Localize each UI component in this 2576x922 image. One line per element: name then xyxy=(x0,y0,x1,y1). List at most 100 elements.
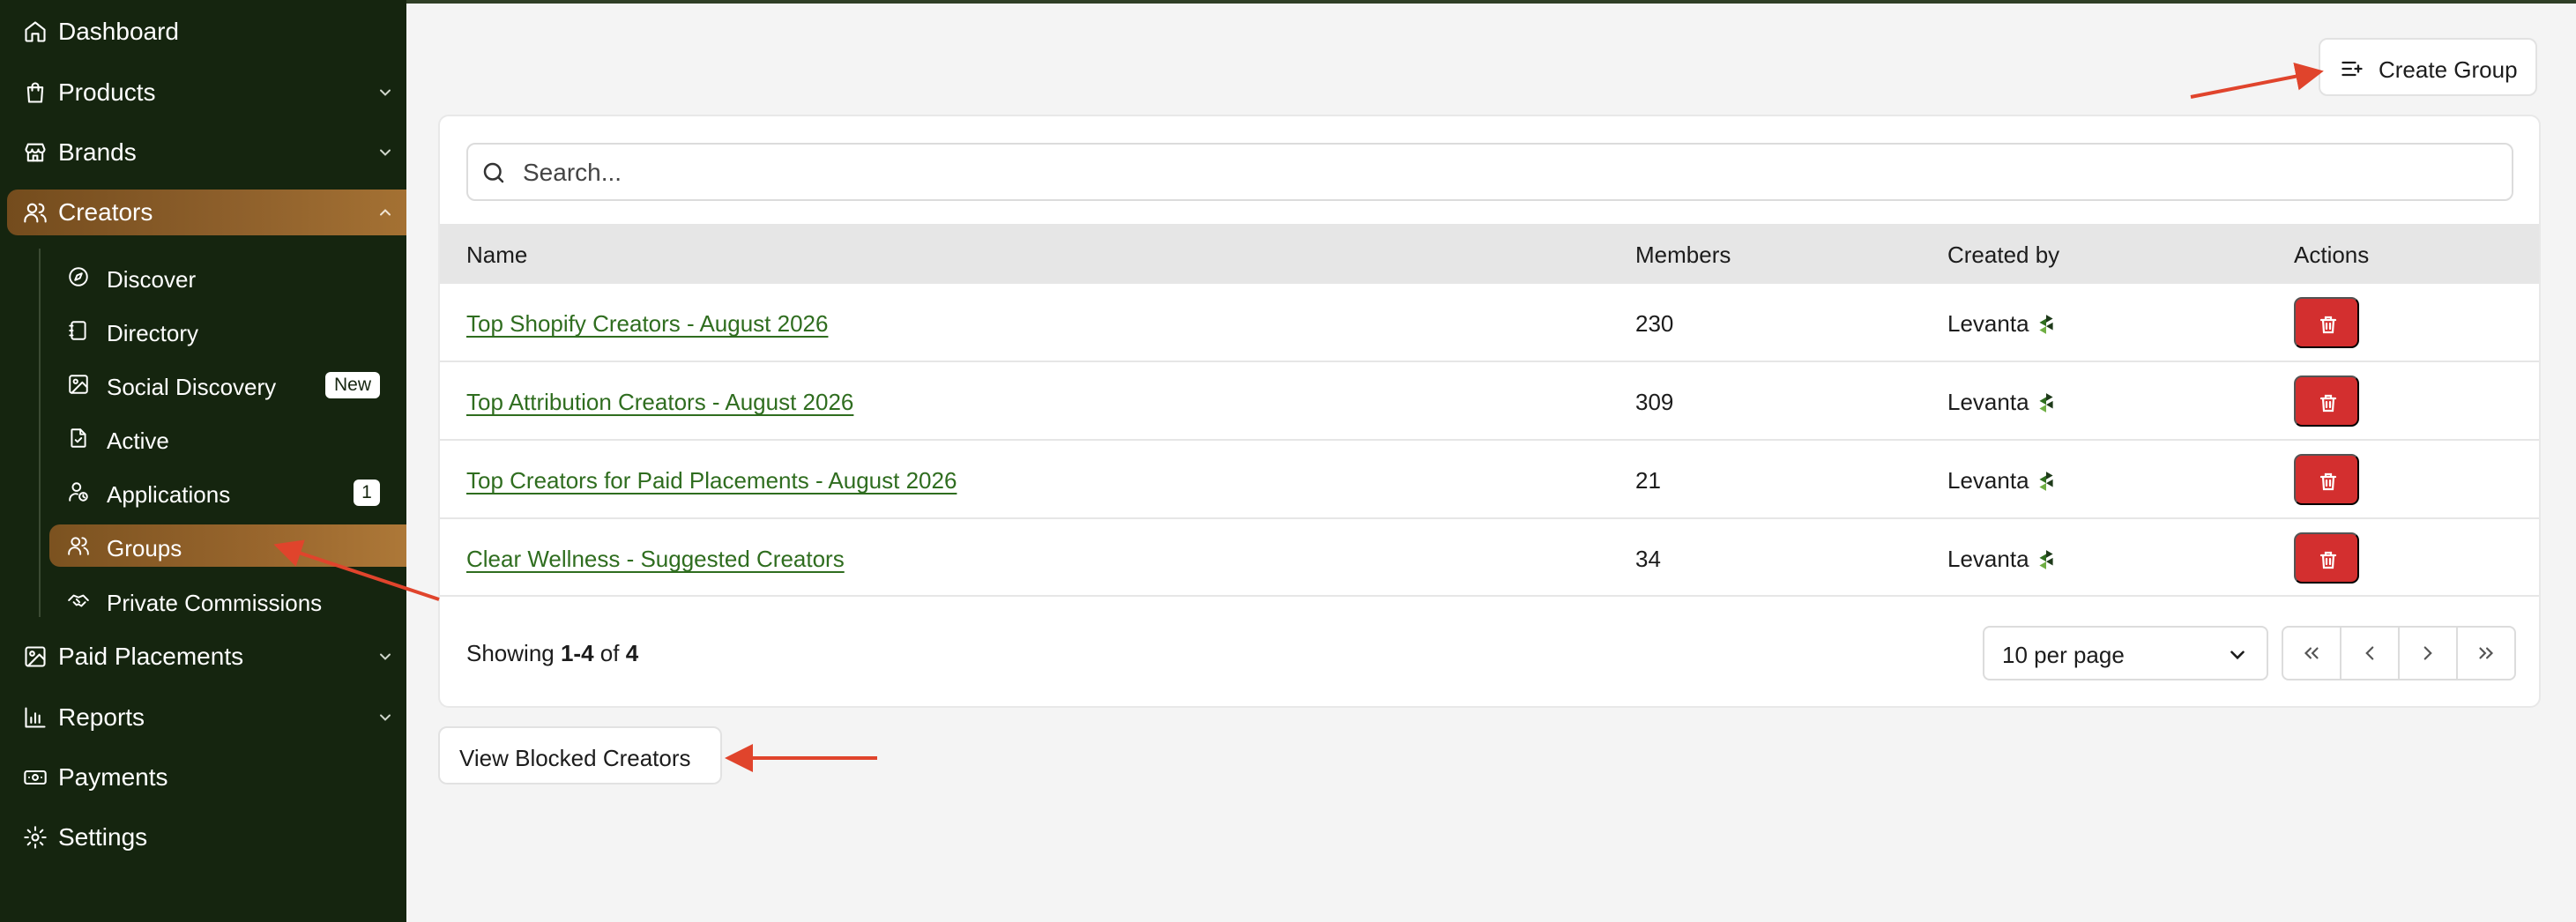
search-icon xyxy=(483,162,504,183)
delete-button[interactable] xyxy=(2294,297,2359,348)
sidebar-item-payments[interactable]: Payments xyxy=(7,755,406,800)
image-icon xyxy=(69,375,88,394)
table-row: Clear Wellness - Suggested Creators 34 L… xyxy=(440,517,2539,596)
delete-button[interactable] xyxy=(2294,532,2359,584)
levanta-logo-icon xyxy=(2038,549,2053,569)
sidebar-subitem-directory[interactable]: Directory xyxy=(49,309,406,352)
top-edge xyxy=(406,0,2576,4)
submenu-guide-line xyxy=(39,249,41,617)
view-blocked-creators-label: View Blocked Creators xyxy=(459,745,691,771)
chevron-down-icon xyxy=(2230,651,2245,660)
column-header-actions: Actions xyxy=(2294,242,2370,268)
per-page-select[interactable]: 10 per page xyxy=(1983,626,2268,680)
levanta-logo-icon xyxy=(2038,471,2053,491)
chevrons-right-icon xyxy=(2479,647,2494,659)
created-by: Levanta xyxy=(1947,546,2056,573)
sidebar-subitem-applications[interactable]: Applications 1 xyxy=(49,471,406,513)
sidebar-subitem-label: Active xyxy=(107,428,169,454)
last-page-button[interactable] xyxy=(2458,628,2514,679)
created-by: Levanta xyxy=(1947,467,2056,494)
members-count: 34 xyxy=(1635,546,1661,572)
trash-icon xyxy=(2319,472,2337,491)
annotation-arrow-create-group xyxy=(2190,62,2324,99)
sidebar-subitem-label: Private Commissions xyxy=(107,590,323,616)
group-name-link[interactable]: Clear Wellness - Suggested Creators xyxy=(466,546,845,573)
sidebar-subitem-private-commissions[interactable]: Private Commissions xyxy=(49,579,406,621)
sidebar-item-settings[interactable]: Settings xyxy=(7,814,406,860)
users-icon xyxy=(24,203,47,223)
sidebar-subitem-discover[interactable]: Discover xyxy=(49,256,406,298)
showing-range: 1-4 xyxy=(560,640,594,666)
table-footer-divider xyxy=(440,595,2539,597)
table-row: Top Creators for Paid Placements - Augus… xyxy=(440,439,2539,517)
chevron-down-icon xyxy=(380,714,391,721)
sidebar-subitem-groups[interactable]: Groups xyxy=(49,524,406,567)
delete-button[interactable] xyxy=(2294,454,2359,505)
sidebar-subitem-label: Groups xyxy=(107,535,182,561)
creator-name: Levanta xyxy=(1947,310,2029,337)
sidebar-item-label: Reports xyxy=(58,703,145,731)
view-blocked-creators-button[interactable]: View Blocked Creators xyxy=(438,726,722,784)
column-header-created-by: Created by xyxy=(1947,242,2060,268)
sidebar-item-label: Paid Placements xyxy=(58,643,244,670)
sidebar: Dashboard Products Brands Creators Disco… xyxy=(0,0,406,922)
table-row: Top Shopify Creators - August 2026 230 L… xyxy=(440,282,2539,361)
trash-icon xyxy=(2319,316,2337,334)
chevron-right-icon xyxy=(2423,646,2432,660)
sidebar-subitem-label: Discover xyxy=(107,266,197,293)
sidebar-item-paid-placements[interactable]: Paid Placements xyxy=(7,634,406,680)
sidebar-subitem-active[interactable]: Active xyxy=(49,417,406,459)
column-header-members: Members xyxy=(1635,242,1731,268)
sidebar-item-brands[interactable]: Brands xyxy=(7,130,406,175)
sidebar-item-reports[interactable]: Reports xyxy=(7,695,406,740)
group-name-link[interactable]: Top Creators for Paid Placements - Augus… xyxy=(466,467,957,494)
list-plus-icon xyxy=(2341,61,2363,77)
showing-total: 4 xyxy=(625,640,639,666)
previous-page-button[interactable] xyxy=(2341,628,2400,679)
delete-button[interactable] xyxy=(2294,375,2359,427)
search-input[interactable] xyxy=(523,153,2462,192)
shopping-bag-icon xyxy=(26,82,44,103)
store-icon xyxy=(25,143,46,162)
created-by: Levanta xyxy=(1947,389,2056,416)
column-header-name: Name xyxy=(466,242,528,268)
users-icon xyxy=(68,537,89,555)
next-page-button[interactable] xyxy=(2400,628,2458,679)
creator-name: Levanta xyxy=(1947,467,2029,494)
groups-card: Name Members Created by Actions Top Shop… xyxy=(438,115,2541,708)
chevron-left-icon xyxy=(2365,646,2374,660)
sidebar-item-dashboard[interactable]: Dashboard xyxy=(7,9,406,55)
search-box[interactable] xyxy=(466,143,2513,201)
group-name-link[interactable]: Top Attribution Creators - August 2026 xyxy=(466,389,853,416)
file-check-icon xyxy=(71,428,86,448)
first-page-button[interactable] xyxy=(2283,628,2341,679)
sidebar-subitem-label: Applications xyxy=(107,481,231,508)
compass-icon xyxy=(69,267,88,286)
creator-name: Levanta xyxy=(1947,546,2029,572)
pagination-controls xyxy=(2282,626,2516,680)
trash-icon xyxy=(2319,394,2337,413)
notebook-icon xyxy=(69,321,86,340)
sidebar-item-label: Settings xyxy=(58,823,148,851)
gear-icon xyxy=(24,826,47,849)
members-count: 309 xyxy=(1635,389,1674,415)
sidebar-item-label: Payments xyxy=(58,763,168,791)
sidebar-item-label: Dashboard xyxy=(58,18,179,45)
create-group-button[interactable]: Create Group xyxy=(2319,38,2537,96)
banknote-icon xyxy=(24,770,47,785)
sidebar-item-products[interactable]: Products xyxy=(7,70,406,115)
sidebar-subitem-label: Directory xyxy=(107,320,199,346)
per-page-value: 10 per page xyxy=(2002,642,2125,668)
group-name-link[interactable]: Top Shopify Creators - August 2026 xyxy=(466,310,828,338)
home-icon xyxy=(25,21,46,42)
showing-of: of xyxy=(599,640,620,666)
sidebar-subitem-social-discovery[interactable]: Social Discovery New xyxy=(49,363,406,405)
sidebar-item-creators[interactable]: Creators xyxy=(7,190,406,235)
chevron-down-icon xyxy=(380,149,391,156)
new-badge: New xyxy=(324,372,380,398)
user-clock-icon xyxy=(69,482,88,502)
bar-chart-icon xyxy=(25,707,46,728)
chevron-down-icon xyxy=(380,653,391,660)
chevron-up-icon xyxy=(380,209,391,216)
create-group-label: Create Group xyxy=(2379,56,2518,83)
